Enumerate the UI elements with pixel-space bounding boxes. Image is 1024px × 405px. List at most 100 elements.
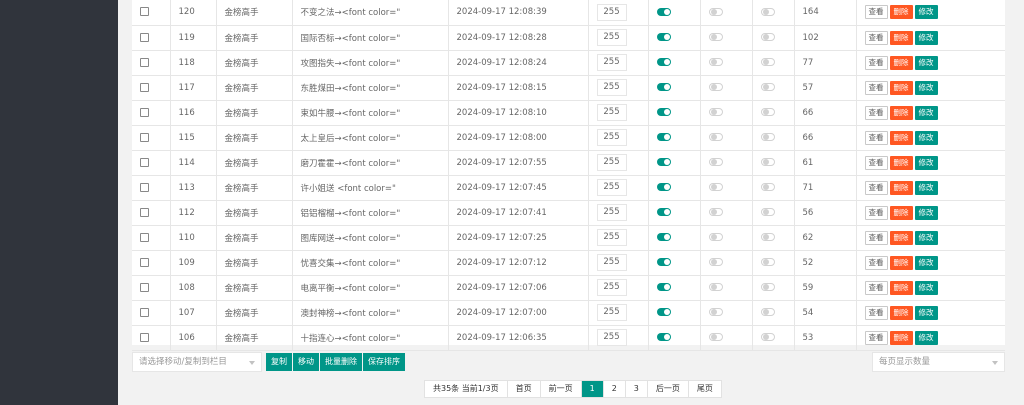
sort-order-input[interactable]: 255 [596,29,627,46]
delete-button[interactable]: 删除 [889,30,913,45]
publish-toggle[interactable] [656,258,671,266]
recommend-toggle[interactable] [708,258,723,266]
edit-button[interactable]: 修改 [914,205,938,220]
delete-button[interactable]: 删除 [889,130,913,145]
recommend-toggle[interactable] [708,33,723,41]
sort-order-input[interactable]: 255 [596,129,627,146]
sort-order-input[interactable]: 255 [596,3,627,21]
delete-button[interactable]: 删除 [889,105,913,120]
row-checkbox[interactable] [140,182,149,192]
top-toggle[interactable] [760,258,775,266]
recommend-toggle[interactable] [708,333,723,341]
top-toggle[interactable] [760,158,775,166]
copy-button[interactable]: 复制 [266,353,292,371]
edit-button[interactable]: 修改 [914,180,938,195]
publish-toggle[interactable] [656,133,671,141]
edit-button[interactable]: 修改 [914,155,938,170]
sort-order-input[interactable]: 255 [596,254,627,271]
batch-delete-button[interactable]: 批量删除 [320,353,362,371]
recommend-toggle[interactable] [708,108,723,116]
sort-order-input[interactable]: 255 [596,154,627,171]
publish-toggle[interactable] [656,108,671,116]
edit-button[interactable]: 修改 [914,230,938,245]
delete-button[interactable]: 删除 [889,280,913,295]
move-copy-target-select[interactable]: 请选择移动/复制到栏目 [132,352,262,372]
page-size-select[interactable]: 每页显示数量 [872,352,1005,372]
edit-button[interactable]: 修改 [914,130,938,145]
edit-button[interactable]: 修改 [914,5,938,20]
edit-button[interactable]: 修改 [914,330,938,345]
view-button[interactable]: 查看 [864,80,888,95]
recommend-toggle[interactable] [708,308,723,316]
recommend-toggle[interactable] [708,158,723,166]
page-link-1[interactable]: 1 [581,381,604,397]
row-checkbox[interactable] [140,107,149,117]
view-button[interactable]: 查看 [864,30,888,45]
sort-order-input[interactable]: 255 [596,79,627,96]
view-button[interactable]: 查看 [864,5,888,20]
publish-toggle[interactable] [656,183,671,191]
publish-toggle[interactable] [656,7,671,16]
sort-order-input[interactable]: 255 [596,54,627,71]
page-link-2[interactable]: 2 [603,381,626,397]
delete-button[interactable]: 删除 [889,330,913,345]
top-toggle[interactable] [760,208,775,216]
view-button[interactable]: 查看 [864,280,888,295]
publish-toggle[interactable] [656,83,671,91]
prev-page-link[interactable]: 前一页 [540,381,582,397]
view-button[interactable]: 查看 [864,130,888,145]
top-toggle[interactable] [760,33,775,41]
edit-button[interactable]: 修改 [914,305,938,320]
first-page-link[interactable]: 首页 [507,381,541,397]
row-checkbox[interactable] [140,307,149,317]
next-page-link[interactable]: 后一页 [647,381,689,397]
delete-button[interactable]: 删除 [889,5,913,20]
top-toggle[interactable] [760,233,775,241]
row-checkbox[interactable] [140,257,149,267]
edit-button[interactable]: 修改 [914,255,938,270]
delete-button[interactable]: 删除 [889,230,913,245]
publish-toggle[interactable] [656,158,671,166]
row-checkbox[interactable] [140,132,149,142]
publish-toggle[interactable] [656,233,671,241]
row-checkbox[interactable] [140,82,149,92]
recommend-toggle[interactable] [708,183,723,191]
recommend-toggle[interactable] [708,208,723,216]
edit-button[interactable]: 修改 [914,280,938,295]
sort-order-input[interactable]: 255 [596,329,627,346]
top-toggle[interactable] [760,333,775,341]
delete-button[interactable]: 删除 [889,305,913,320]
edit-button[interactable]: 修改 [914,30,938,45]
row-checkbox[interactable] [140,207,149,217]
publish-toggle[interactable] [656,33,671,41]
delete-button[interactable]: 删除 [889,180,913,195]
edit-button[interactable]: 修改 [914,80,938,95]
publish-toggle[interactable] [656,333,671,341]
view-button[interactable]: 查看 [864,255,888,270]
delete-button[interactable]: 删除 [889,255,913,270]
row-checkbox[interactable] [140,332,149,342]
recommend-toggle[interactable] [708,133,723,141]
page-link-3[interactable]: 3 [625,381,648,397]
view-button[interactable]: 查看 [864,180,888,195]
top-toggle[interactable] [760,308,775,316]
delete-button[interactable]: 删除 [889,55,913,70]
row-checkbox[interactable] [140,282,149,292]
view-button[interactable]: 查看 [864,205,888,220]
recommend-toggle[interactable] [708,233,723,241]
view-button[interactable]: 查看 [864,55,888,70]
top-toggle[interactable] [760,183,775,191]
top-toggle[interactable] [760,7,775,16]
sort-order-input[interactable]: 255 [596,204,627,221]
sort-order-input[interactable]: 255 [596,179,627,196]
view-button[interactable]: 查看 [864,155,888,170]
sort-order-input[interactable]: 255 [596,229,627,246]
view-button[interactable]: 查看 [864,305,888,320]
row-checkbox[interactable] [140,57,149,67]
recommend-toggle[interactable] [708,83,723,91]
delete-button[interactable]: 删除 [889,80,913,95]
publish-toggle[interactable] [656,208,671,216]
edit-button[interactable]: 修改 [914,55,938,70]
row-checkbox[interactable] [140,7,149,17]
top-toggle[interactable] [760,58,775,66]
